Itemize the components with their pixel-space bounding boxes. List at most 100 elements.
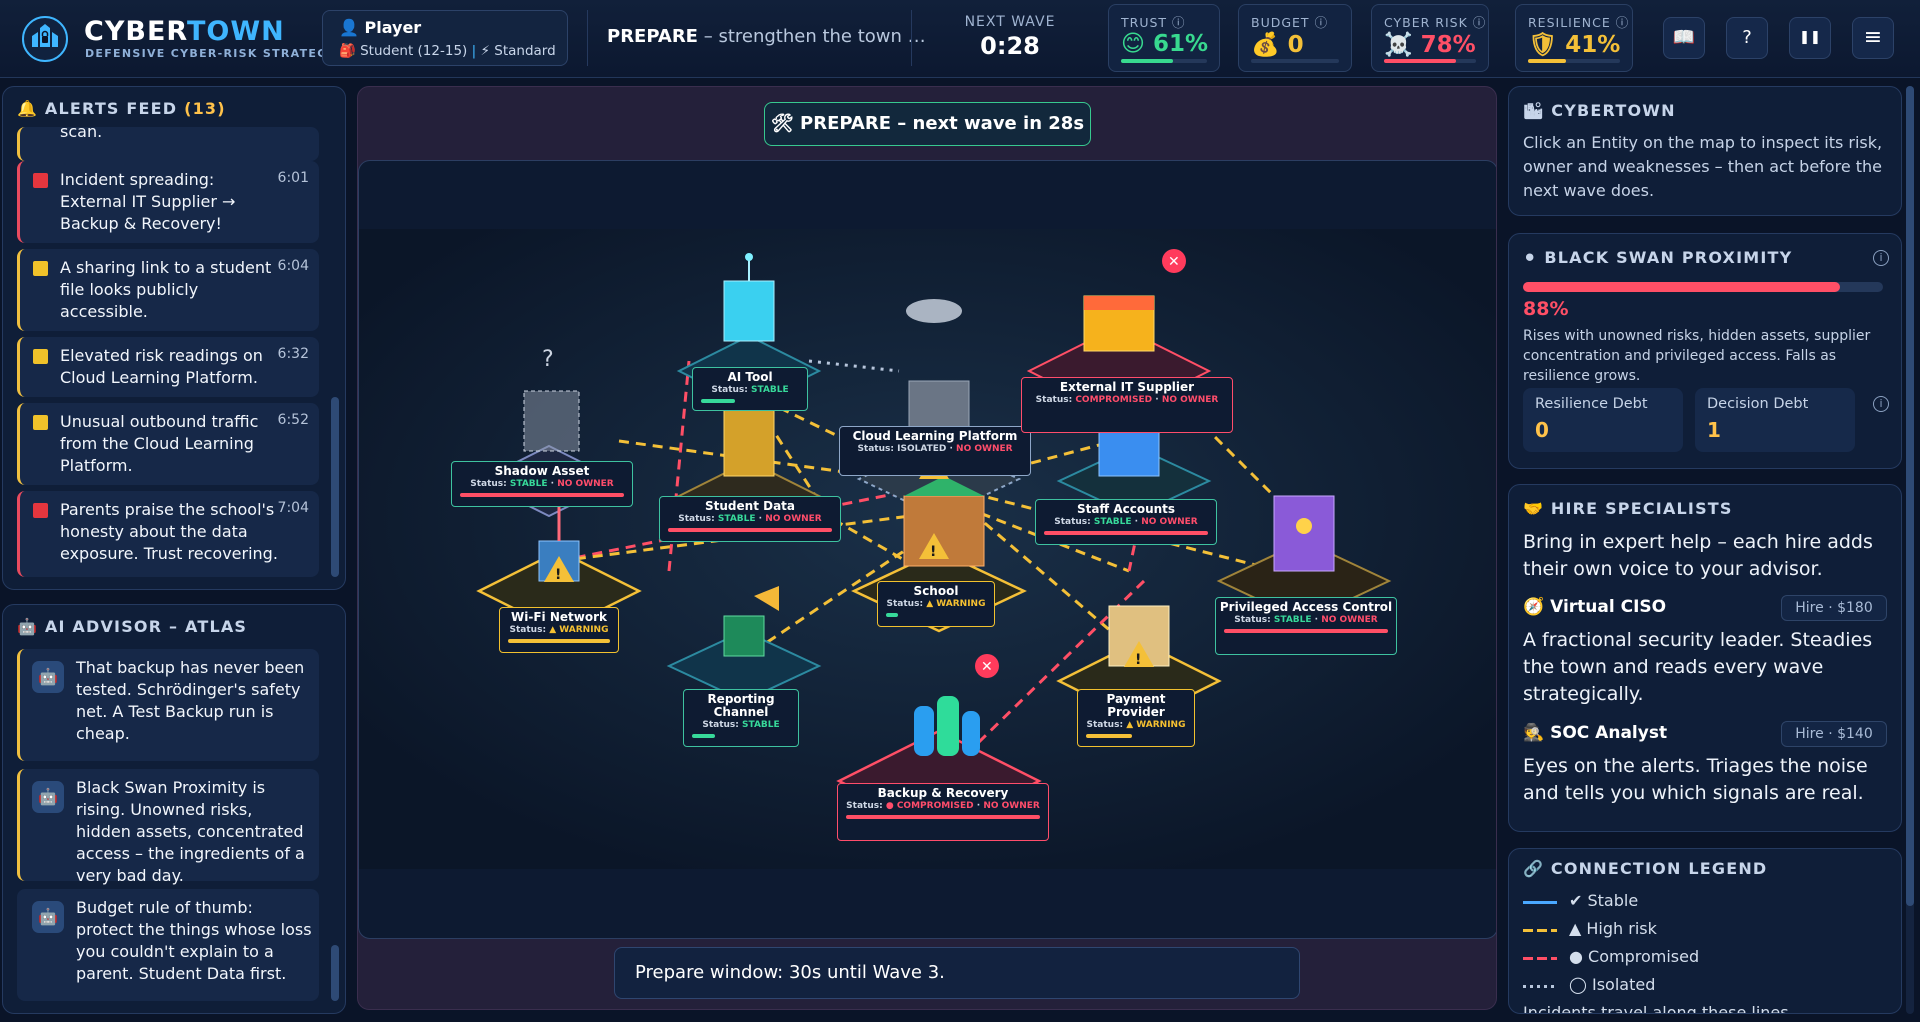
advisor-message: 🤖 Budget rule of thumb: protect the thin… bbox=[17, 889, 319, 1001]
cyber-risk-stat[interactable]: CYBER RISK ⓘ ☠️ 78% bbox=[1371, 4, 1489, 72]
legend-label: ◯ Isolated bbox=[1569, 975, 1656, 994]
info-icon: ⓘ bbox=[1172, 15, 1186, 30]
entity-status: Status: ▲ WARNING bbox=[886, 599, 986, 609]
black-swan-bar-fill bbox=[1523, 282, 1840, 292]
entity-cloud-learning-platform[interactable]: Cloud Learning Platform Status: ISOLATED… bbox=[839, 426, 1031, 476]
entity-privileged-access-control[interactable]: Privileged Access Control Status: STABLE… bbox=[1215, 597, 1397, 655]
compass-icon: 🧭 bbox=[1523, 597, 1545, 617]
bell-icon: 🔔 bbox=[17, 99, 39, 118]
alert-item[interactable]: A sharing link to a student file looks p… bbox=[17, 249, 319, 331]
legend-label: ▲ High risk bbox=[1569, 919, 1657, 938]
entity-ai-tool[interactable]: AI Tool Status: STABLE bbox=[692, 367, 808, 411]
cybertown-logo-icon bbox=[22, 16, 68, 62]
alerts-title: 🔔 ALERTS FEED (13) bbox=[17, 99, 226, 118]
alert-time: 6:01 bbox=[277, 170, 309, 186]
entity-name: Cloud Learning Platform bbox=[852, 429, 1018, 443]
entity-wifi-network[interactable]: Wi-Fi Network Status: ▲ WARNING bbox=[499, 607, 619, 653]
legend-panel: 🔗 CONNECTION LEGEND ✔ Stable ▲ High risk… bbox=[1508, 848, 1902, 1014]
entity-student-data[interactable]: Student Data Status: STABLE · NO OWNER bbox=[659, 496, 841, 542]
entity-health-bar bbox=[508, 639, 610, 643]
alert-item[interactable]: Elevated risk readings on Cloud Learning… bbox=[17, 337, 319, 397]
cyber-risk-bar bbox=[1384, 59, 1476, 63]
player-card[interactable]: 👤 Player 🎒 Student (12-15) | ⚡ Standard bbox=[322, 10, 568, 66]
resilience-label: RESILIENCE ⓘ bbox=[1528, 15, 1630, 30]
svg-text:!: ! bbox=[930, 544, 936, 560]
entity-name: Backup & Recovery bbox=[877, 786, 1009, 800]
advisor-text: Black Swan Proximity is rising. Unowned … bbox=[76, 778, 305, 885]
entity-name: Staff Accounts bbox=[1076, 502, 1176, 516]
entity-shadow-asset[interactable]: Shadow Asset Status: STABLE · NO OWNER bbox=[451, 461, 633, 507]
resilience-bar bbox=[1528, 59, 1620, 63]
entity-status: Status: STABLE · NO OWNER bbox=[1054, 517, 1198, 527]
svg-text:!: ! bbox=[555, 567, 561, 583]
entity-status: Status: ISOLATED · NO OWNER bbox=[857, 444, 1013, 454]
player-meta: 🎒 Student (12-15) | ⚡ Standard bbox=[339, 43, 556, 59]
alerts-scrollbar[interactable] bbox=[331, 397, 339, 577]
alert-item[interactable]: Incident spreading: External IT Supplier… bbox=[17, 161, 319, 243]
page-scrollbar-thumb[interactable] bbox=[1906, 86, 1914, 906]
entity-external-it-supplier[interactable]: External IT Supplier Status: COMPROMISED… bbox=[1021, 377, 1233, 433]
info-icon[interactable]: i bbox=[1873, 396, 1889, 412]
entity-health-bar bbox=[701, 399, 736, 403]
hire-soc-analyst-button[interactable]: Hire · $140 bbox=[1781, 721, 1887, 747]
advisor-scrollbar[interactable] bbox=[331, 945, 339, 1001]
alert-item-clipped[interactable]: scan. bbox=[17, 122, 319, 161]
resilience-stat[interactable]: RESILIENCE ⓘ 🛡 41% bbox=[1515, 4, 1633, 72]
alert-warning-icon bbox=[33, 415, 48, 430]
handshake-icon: 🤝 bbox=[1523, 499, 1545, 518]
entity-health-bar bbox=[1086, 734, 1133, 738]
backpack-icon: 🎒 bbox=[339, 43, 356, 59]
alert-item[interactable]: Parents praise the school's honesty abou… bbox=[17, 491, 319, 577]
entity-status: Status: STABLE · NO OWNER bbox=[470, 479, 614, 489]
info-icon[interactable]: i bbox=[1873, 250, 1889, 266]
robot-avatar-icon: 🤖 bbox=[32, 661, 64, 693]
trust-bar bbox=[1121, 59, 1207, 63]
entity-name: AI Tool bbox=[727, 370, 773, 384]
advisor-message: 🤖 That backup has never been tested. Sch… bbox=[17, 649, 319, 761]
entity-health-bar bbox=[1224, 629, 1388, 633]
entity-status: Status: ▲ WARNING bbox=[1086, 720, 1186, 730]
help-button[interactable]: ? bbox=[1726, 17, 1768, 59]
alert-text: Incident spreading: External IT Supplier… bbox=[60, 170, 236, 233]
entity-school[interactable]: School Status: ▲ WARNING bbox=[877, 581, 995, 627]
entity-status: Status: STABLE · NO OWNER bbox=[678, 514, 822, 524]
entity-reporting-channel[interactable]: Reporting Channel Status: STABLE bbox=[683, 689, 799, 747]
entity-payment-provider[interactable]: Payment Provider Status: ▲ WARNING bbox=[1077, 689, 1195, 747]
budget-stat[interactable]: BUDGET ⓘ 💰 0 bbox=[1238, 4, 1352, 72]
svg-text:✕: ✕ bbox=[1168, 254, 1180, 270]
detective-icon: 🕵 bbox=[1523, 723, 1545, 743]
entity-health-bar bbox=[460, 493, 624, 497]
next-wave-label: NEXT WAVE bbox=[964, 14, 1056, 30]
town-map[interactable]: ? ! ! ! ! ✕ ✕ AI Tool St bbox=[358, 160, 1496, 939]
decision-debt-label: Decision Debt bbox=[1707, 396, 1809, 412]
hire-intro: Bring in expert help – each hire adds th… bbox=[1523, 531, 1873, 580]
black-swan-panel: ⚫ BLACK SWAN PROXIMITY i 88% Rises with … bbox=[1508, 233, 1902, 469]
advisor-title: 🤖 AI ADVISOR – ATLAS bbox=[17, 617, 248, 636]
budget-value: 💰 0 bbox=[1251, 32, 1304, 58]
entity-staff-accounts[interactable]: Staff Accounts Status: STABLE · NO OWNER bbox=[1035, 499, 1217, 545]
soc-analyst-name: 🕵 SOC Analyst bbox=[1523, 723, 1668, 743]
top-bar: CYBERTOWN DEFENSIVE CYBER-RISK STRATEGY … bbox=[0, 0, 1920, 78]
lightning-icon: ⚡ bbox=[480, 43, 490, 59]
alert-text: Unusual outbound traffic from the Cloud … bbox=[60, 412, 259, 475]
entity-health-bar bbox=[692, 734, 715, 738]
guide-button[interactable]: 📖 bbox=[1663, 17, 1705, 59]
cyber-risk-bar-fill bbox=[1384, 59, 1456, 63]
svg-text:?: ? bbox=[542, 347, 554, 372]
supplier-building-icon bbox=[1083, 295, 1155, 352]
brand-title: CYBERTOWN bbox=[84, 16, 285, 47]
pause-button[interactable]: ❚❚ bbox=[1789, 17, 1831, 59]
hire-virtual-ciso-button[interactable]: Hire · $180 bbox=[1781, 595, 1887, 621]
entity-backup-recovery[interactable]: Backup & Recovery Status: ● COMPROMISED … bbox=[837, 783, 1049, 841]
alert-item[interactable]: Unusual outbound traffic from the Cloud … bbox=[17, 403, 319, 485]
entity-status: Status: STABLE bbox=[711, 385, 789, 395]
legend-line-isolated bbox=[1523, 985, 1557, 988]
info-icon: ⓘ bbox=[1615, 15, 1630, 30]
trust-stat[interactable]: TRUST ⓘ 😊 61% bbox=[1108, 4, 1220, 72]
menu-button[interactable]: ≡ bbox=[1852, 17, 1894, 59]
alert-warning-icon bbox=[33, 261, 48, 276]
skull-icon: ☠️ bbox=[1384, 32, 1413, 58]
legend-line-high-risk bbox=[1523, 929, 1557, 932]
alert-time: 7:04 bbox=[277, 500, 309, 516]
entity-name: Payment Provider bbox=[1106, 692, 1166, 719]
